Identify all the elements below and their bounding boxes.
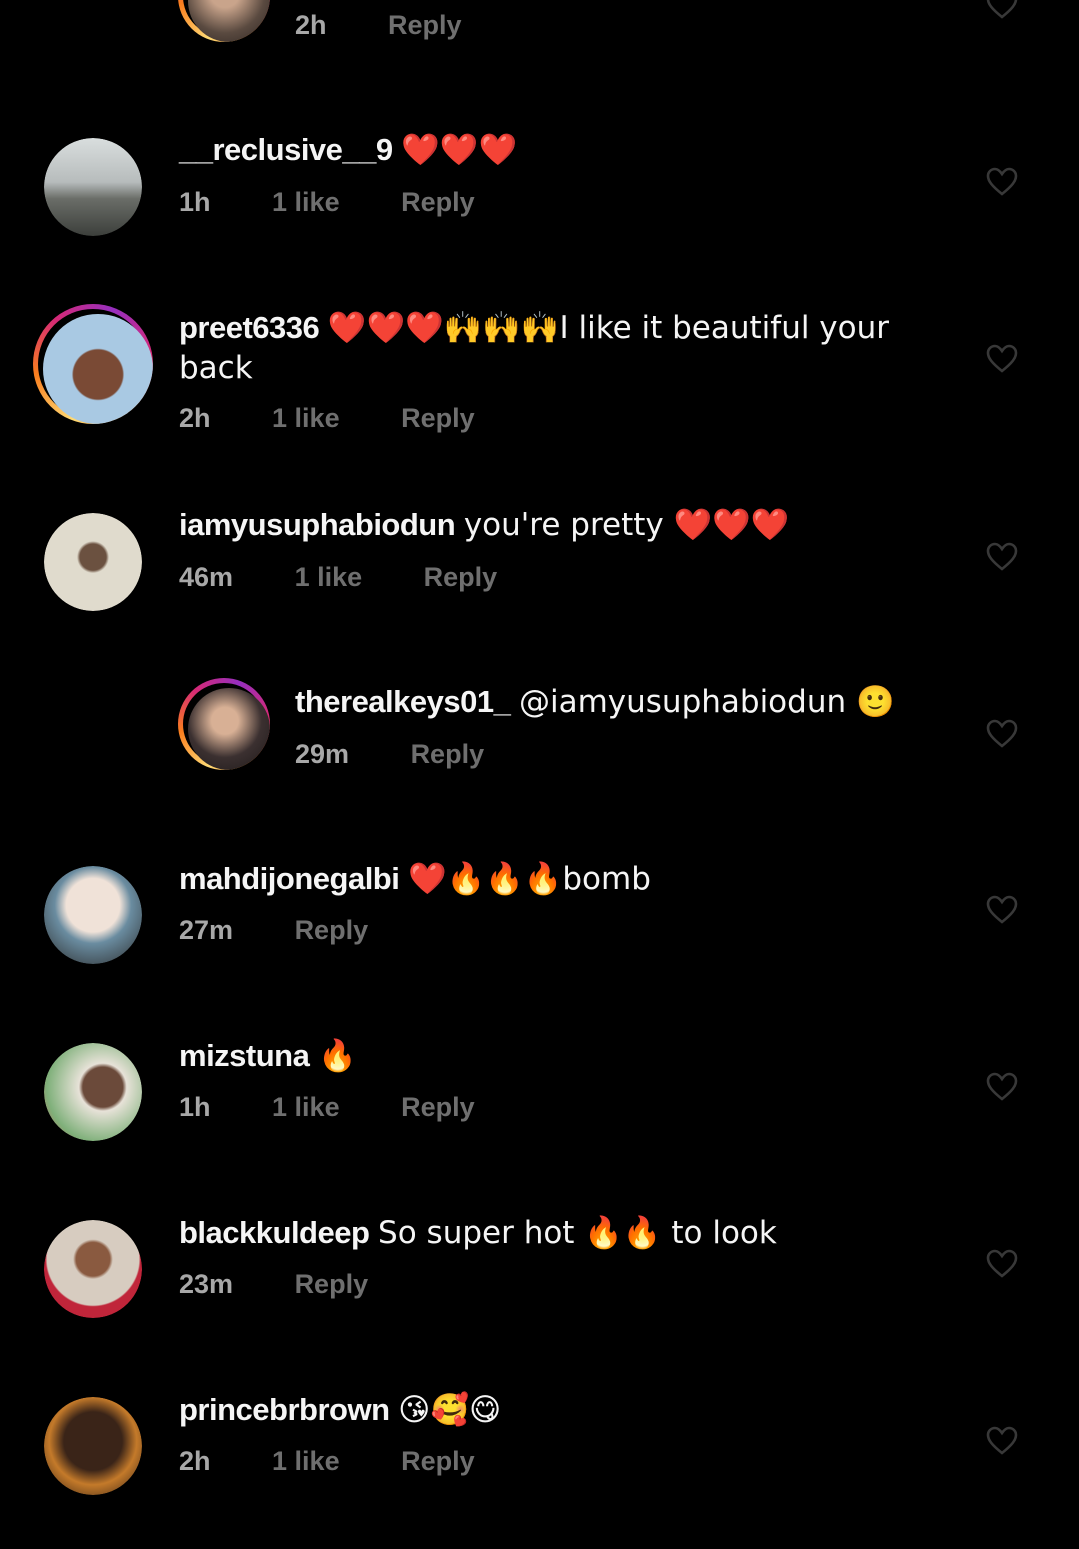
comment-meta: 23m Reply (179, 1267, 368, 1301)
avatar[interactable] (44, 866, 142, 964)
reply-button[interactable]: Reply (295, 913, 369, 947)
reply-button[interactable]: Reply (295, 1267, 369, 1301)
comment-text: ❤️🔥🔥🔥bomb (407, 861, 651, 897)
comment-body: __reclusive__9 ❤️❤️❤️ (179, 130, 939, 170)
comment-body: iamyusuphabiodun you're pretty ❤️❤️❤️ (179, 505, 939, 545)
avatar-image (188, 688, 270, 770)
avatar-image (44, 866, 142, 964)
comment-meta: 27m Reply (179, 913, 368, 947)
reply-button[interactable]: Reply (401, 401, 475, 435)
comment-username[interactable]: mizstuna (179, 1038, 310, 1073)
like-heart-icon[interactable] (986, 542, 1018, 572)
comment-text: 🔥 (317, 1038, 357, 1074)
avatar-image (44, 1397, 142, 1495)
comment-username[interactable]: preet6336 (179, 310, 320, 345)
reply-button[interactable]: Reply (401, 185, 475, 219)
comment-meta: 46m 1 like Reply (179, 560, 497, 594)
comment-meta: 1h 1 like Reply (179, 1090, 475, 1124)
comment-time: 1h (179, 1092, 211, 1122)
avatar[interactable] (178, 0, 270, 42)
avatar-image (44, 1043, 142, 1141)
comment-body: therealkeys01_ @iamyusuphabiodun 🙂 (295, 682, 1055, 722)
avatar[interactable] (44, 138, 142, 236)
comment-like-count[interactable]: 1 like (272, 185, 340, 219)
comment-username[interactable]: __reclusive__9 (179, 132, 393, 167)
avatar[interactable] (44, 1220, 142, 1318)
like-heart-icon[interactable] (986, 895, 1018, 925)
comment-like-count[interactable]: 1 like (295, 560, 363, 594)
comment-like-count[interactable]: 1 like (272, 401, 340, 435)
comment-body: blackkuldeep So super hot 🔥🔥 to look (179, 1213, 939, 1253)
avatar[interactable] (33, 304, 153, 424)
avatar-image (188, 0, 270, 42)
avatar-image (43, 314, 153, 424)
comment-time: 23m (179, 1269, 234, 1299)
reply-button[interactable]: Reply (401, 1444, 475, 1478)
comment-username[interactable]: therealkeys01_ (295, 684, 511, 719)
comment-time: 46m (179, 562, 234, 592)
like-heart-icon[interactable] (986, 344, 1018, 374)
avatar[interactable] (44, 1397, 142, 1495)
like-heart-icon[interactable] (986, 0, 1018, 20)
like-heart-icon[interactable] (986, 719, 1018, 749)
reply-button[interactable]: Reply (401, 1090, 475, 1124)
comment-text: So super hot 🔥🔥 to look (378, 1215, 777, 1251)
comment-body: mizstuna 🔥 (179, 1036, 939, 1076)
comment-time: 1h (179, 187, 211, 217)
comment-body: princebrbrown 😘🥰😋 (179, 1390, 939, 1430)
like-heart-icon[interactable] (986, 1249, 1018, 1279)
comment-username[interactable]: blackkuldeep (179, 1215, 370, 1250)
comment-body: preet6336 ❤️❤️❤️🙌🙌🙌I like it beautiful y… (179, 308, 939, 388)
avatar[interactable] (44, 1043, 142, 1141)
comment-username[interactable]: princebrbrown (179, 1392, 390, 1427)
comment-username[interactable]: iamyusuphabiodun (179, 507, 456, 542)
like-heart-icon[interactable] (986, 167, 1018, 197)
comment-meta: 1h 1 like Reply (179, 185, 475, 219)
comment-text: ❤️❤️❤️ (401, 132, 518, 168)
avatar-image (44, 1220, 142, 1318)
comment-meta: 2h 1 like Reply (179, 401, 475, 435)
comment-time: 2h (295, 10, 327, 40)
avatar[interactable] (178, 678, 270, 770)
like-heart-icon[interactable] (986, 1072, 1018, 1102)
comment-text: @iamyusuphabiodun 🙂 (518, 684, 895, 720)
reply-button[interactable]: Reply (411, 737, 485, 771)
avatar-image (44, 138, 142, 236)
comment-time: 2h (179, 403, 211, 433)
comment-body: mahdijonegalbi ❤️🔥🔥🔥bomb (179, 859, 939, 899)
avatar[interactable] (44, 513, 142, 611)
comment-text: you're pretty ❤️❤️❤️ (463, 507, 790, 543)
reply-button[interactable]: Reply (388, 8, 462, 42)
avatar-image (44, 513, 142, 611)
comment-meta: 2h 1 like Reply (179, 1444, 475, 1478)
comment-time: 29m (295, 739, 350, 769)
comment-time: 2h (179, 1446, 211, 1476)
comment-text: 😘🥰😋 (398, 1392, 502, 1428)
like-heart-icon[interactable] (986, 1426, 1018, 1456)
comment-like-count[interactable]: 1 like (272, 1090, 340, 1124)
comment-time: 27m (179, 915, 234, 945)
comment-username[interactable]: mahdijonegalbi (179, 861, 400, 896)
comment-meta: 2h Reply (295, 8, 462, 42)
reply-button[interactable]: Reply (424, 560, 498, 594)
comment-meta: 29m Reply (295, 737, 484, 771)
comment-like-count[interactable]: 1 like (272, 1444, 340, 1478)
